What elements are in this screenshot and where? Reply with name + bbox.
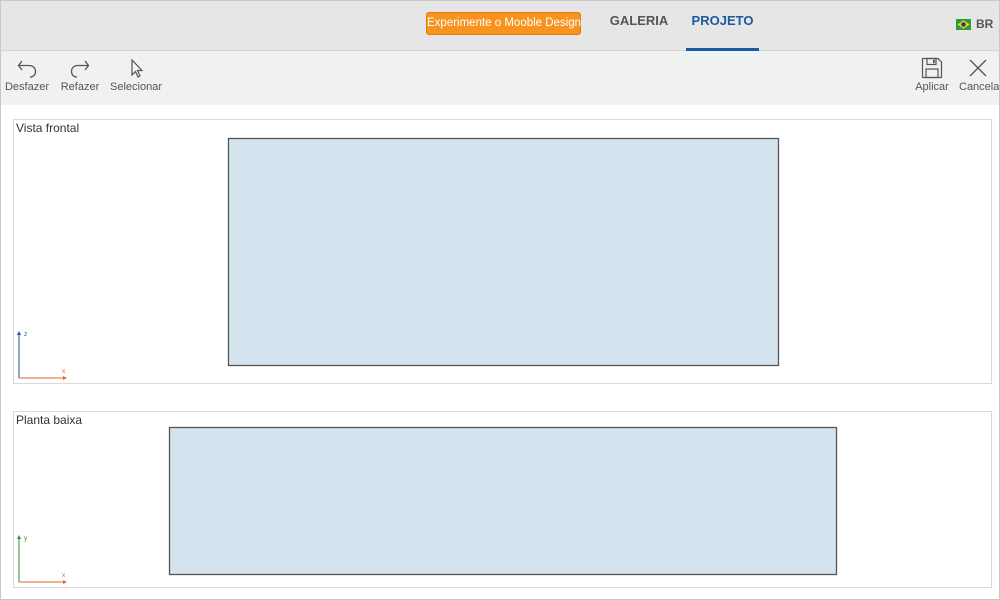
- plan-view-axis-gizmo: x y: [17, 535, 67, 584]
- apply-button[interactable]: Aplicar: [911, 57, 953, 93]
- tab-projeto[interactable]: PROJETO: [686, 1, 759, 51]
- tab-galeria[interactable]: GALERIA: [606, 1, 672, 51]
- front-view-axis-x-label: x: [62, 368, 66, 375]
- editor-toolbar: Desfazer Refazer Selecionar Aplicar Canc…: [1, 51, 1000, 105]
- front-view-axis-z-label: z: [24, 331, 27, 338]
- front-view-canvas[interactable]: x z: [14, 120, 993, 385]
- app-window: Experimente o Mooble Design GALERIA PROJ…: [0, 0, 1000, 600]
- plan-view-axis-y-label: y: [24, 535, 28, 542]
- brazil-flag-icon: [956, 18, 971, 30]
- tab-projeto-label: PROJETO: [691, 13, 754, 28]
- apply-label: Aplicar: [915, 81, 949, 93]
- front-view-shape[interactable]: [227, 137, 780, 367]
- cancel-button[interactable]: Cancelar: [959, 57, 1000, 93]
- language-selector[interactable]: BR: [956, 16, 993, 32]
- front-view-panel[interactable]: Vista frontal x z: [13, 119, 992, 384]
- redo-label: Refazer: [60, 81, 100, 93]
- plan-view-shape[interactable]: [168, 426, 838, 576]
- plan-view-panel[interactable]: Planta baixa x y: [13, 411, 992, 588]
- redo-icon: [70, 60, 90, 78]
- try-mooble-design-button[interactable]: Experimente o Mooble Design: [426, 12, 581, 35]
- cursor-arrow-icon: [131, 58, 144, 78]
- save-icon: [921, 57, 943, 79]
- top-bar: Experimente o Mooble Design GALERIA PROJ…: [1, 1, 999, 51]
- plan-view-axis-x-label: x: [62, 572, 66, 579]
- cancel-label: Cancelar: [959, 81, 1000, 93]
- front-view-axis-gizmo: x z: [17, 331, 67, 380]
- undo-icon: [17, 60, 37, 78]
- undo-button[interactable]: Desfazer: [4, 57, 50, 93]
- redo-button[interactable]: Refazer: [59, 57, 101, 93]
- undo-label: Desfazer: [4, 81, 50, 93]
- plan-view-canvas[interactable]: x y: [14, 412, 993, 589]
- close-icon: [969, 59, 987, 77]
- language-code: BR: [976, 17, 994, 31]
- select-button[interactable]: Selecionar: [108, 57, 164, 93]
- select-label: Selecionar: [110, 81, 162, 93]
- tab-galeria-label: GALERIA: [609, 13, 669, 28]
